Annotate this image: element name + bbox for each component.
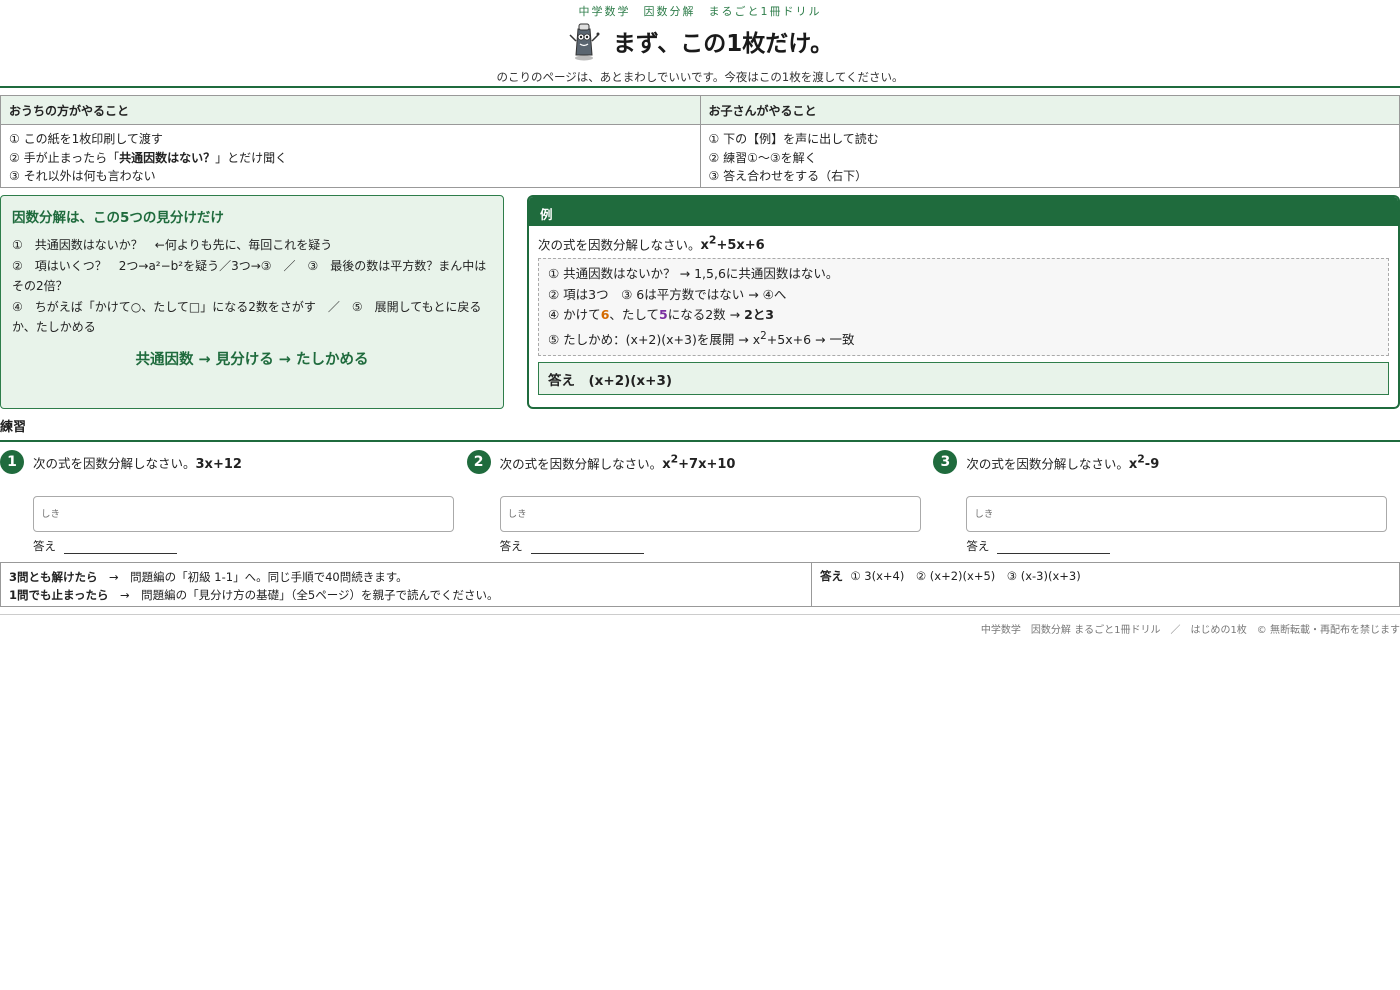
example-answer: 答え (x+2)(x+3) [538, 362, 1389, 396]
answer-row: 答え [966, 538, 1111, 554]
list-item: ① 下の【例】を声に出して読む [708, 132, 879, 146]
answer-label: 答え [499, 539, 523, 553]
parent-column: おうちの方がやること ① この紙を1枚印刷して渡す ② 手が止まったら「共通因数… [1, 96, 700, 187]
example-step: ① 共通因数はないか？ → 1,5,6に共通因数はない。 [548, 266, 839, 282]
parent-heading: おうちの方がやること [1, 96, 700, 125]
see-points-title: 因数分解は、この5つの見分けだけ [12, 210, 224, 226]
problem-number-badge: 2 [466, 450, 491, 474]
example-step: ④ かけて6、たして5になる2数 → 2と3 [548, 307, 775, 323]
list-item: ① この紙を1枚印刷して渡す [9, 132, 163, 146]
next-step-line: 3問とも解けたら → 問題編の「初級 1-1」へ。同じ手順で40問続きます。 [9, 570, 408, 584]
work-input[interactable] [966, 496, 1388, 532]
problem-number-badge: 3 [933, 450, 958, 474]
see-point-line: ② 項はいくつ？ 2つ→a²−b²を疑う／3つ→③ ／ ③ 最後の数は平方数？ま… [12, 258, 487, 294]
problem-question: 次の式を因数分解しなさい。x2-9 [966, 453, 1160, 473]
problem-number-badge: 1 [0, 450, 24, 474]
roles-table: おうちの方がやること ① この紙を1枚印刷して渡す ② 手が止まったら「共通因数… [0, 95, 1400, 188]
example-heading: 例 [529, 197, 1398, 226]
answer-line[interactable] [997, 543, 1111, 554]
problem-1: 1 次の式を因数分解しなさい。3x+12 答え [0, 450, 467, 560]
child-heading: お子さんがやること [700, 96, 1399, 125]
example-steps: ① 共通因数はないか？ → 1,5,6に共通因数はない。 ② 項は3つ ③ 6は… [538, 258, 1389, 357]
see-points-motto: 共通因数 → 見分ける → たしかめる [135, 351, 369, 368]
see-points-panel: 因数分解は、この5つの見分けだけ ① 共通因数はないか？ ←何よりも先に、毎回こ… [0, 195, 504, 409]
answer-key: 答え ① 3(x+4) ② (x+2)(x+5) ③ (x-3)(x+3) [812, 563, 1399, 606]
see-point-line: ④ ちがえば「かけて○、たして□」になる2数をさがす ／ ⑤ 展開してもとに戻る… [12, 299, 482, 335]
page-footer: 中学数学 因数分解 まるごと1冊ドリル ／ はじめの1枚 © 無断転載・再配布を… [0, 614, 1400, 636]
answer-label: 答え [966, 539, 990, 553]
parent-list: ① この紙を1枚印刷して渡す ② 手が止まったら「共通因数はない？」とだけ聞く … [1, 125, 700, 191]
series-label: 中学数学 因数分解 まるごと1冊ドリル [578, 5, 822, 18]
work-input[interactable] [499, 496, 921, 532]
work-input[interactable] [33, 496, 454, 532]
question-text: 次の式を因数分解しなさい。 [538, 237, 701, 253]
example-panel: 例 次の式を因数分解しなさい。x2+5x+6 ① 共通因数はないか？ → 1,5… [527, 195, 1400, 409]
page-subtitle: のこりのページは、あとまわしでいいです。今夜はこの1枚を渡してください。 [496, 70, 904, 84]
list-item-text: ② 手が止まったら「 [9, 150, 120, 165]
answer-line[interactable] [530, 543, 644, 554]
problem-3: 3 次の式を因数分解しなさい。x2-9 答え [933, 450, 1400, 560]
list-item: ② 手が止まったら「共通因数はない？」とだけ聞く [9, 149, 692, 168]
list-item: ③ 答え合わせをする（右下） [708, 169, 868, 183]
next-step-line: 1問でも止まったら → 問題編の「見分け方の基礎」（全5ページ）を親子で読んでく… [9, 588, 499, 602]
answer-line[interactable] [64, 543, 177, 554]
list-item-emphasis: 共通因数はない？ [119, 150, 216, 165]
answer-key-values: ① 3(x+4) ② (x+2)(x+5) ③ (x-3)(x+3) [850, 569, 1081, 583]
answer-key-label: 答え [820, 569, 843, 583]
next-steps: 3問とも解けたら → 問題編の「初級 1-1」へ。同じ手順で40問続きます。 1… [1, 563, 812, 606]
example-question: 次の式を因数分解しなさい。x2+5x+6 [529, 226, 1398, 258]
answer-row: 答え [33, 538, 177, 554]
problem-question: 次の式を因数分解しなさい。3x+12 [33, 456, 242, 472]
page-title: まず、この1枚だけ。 [612, 31, 834, 57]
list-item: ② 練習①～③を解く [708, 150, 817, 165]
example-expression: x2+5x+6 [700, 234, 765, 254]
title-row: まず、この1枚だけ。 [0, 21, 1400, 61]
example-step: ② 項は3つ ③ 6は平方数ではない → ④へ [548, 286, 787, 302]
answer-label: 答え [33, 539, 56, 553]
next-steps-box: 3問とも解けたら → 問題編の「初級 1-1」へ。同じ手順で40問続きます。 1… [0, 562, 1400, 607]
mascot-icon [569, 23, 600, 61]
problem-question: 次の式を因数分解しなさい。x2+7x+10 [499, 453, 736, 473]
practice-title: 練習 [0, 416, 1400, 442]
problem-2: 2 次の式を因数分解しなさい。x2+7x+10 答え [466, 450, 934, 560]
list-item-text: 」とだけ聞く [215, 150, 288, 165]
see-point-line: ① 共通因数はないか？ ←何よりも先に、毎回これを疑う [12, 238, 333, 252]
child-list: ① 下の【例】を声に出して読む ② 練習①～③を解く ③ 答え合わせをする（右下… [701, 125, 1400, 191]
child-column: お子さんがやること ① 下の【例】を声に出して読む ② 練習①～③を解く ③ 答… [699, 96, 1399, 187]
example-step: ⑤ たしかめ：(x+2)(x+3)を展開 → x2+5x+6 → 一致 [548, 329, 855, 347]
practice-problems: 1 次の式を因数分解しなさい。3x+12 答え 2 次の式を因数分解しなさい。x… [0, 450, 1400, 560]
page-header: 中学数学 因数分解 まるごと1冊ドリル まず、この1枚だけ。 のこりのページは、… [0, 0, 1400, 88]
answer-row: 答え [500, 538, 644, 554]
list-item: ③ それ以外は何も言わない [9, 169, 156, 183]
